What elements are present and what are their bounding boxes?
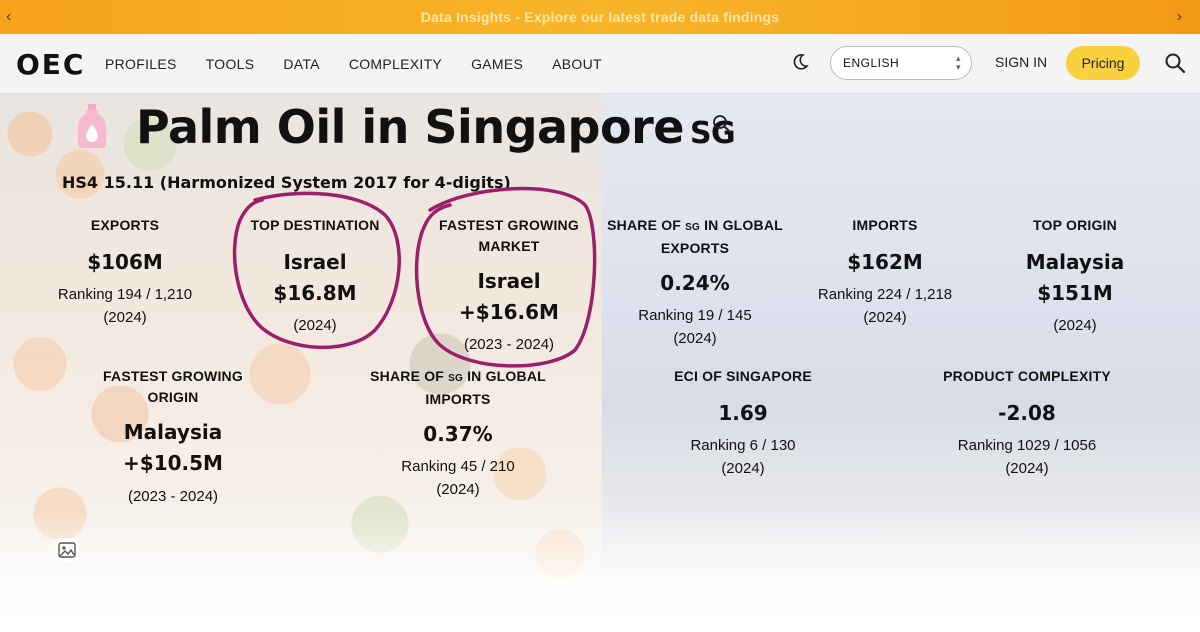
stat-year: (2024) [1053,317,1097,334]
select-arrows-icon: ▴ ▾ [955,53,961,72]
stat-value-amount: $16.8M [273,281,357,305]
image-icon[interactable] [55,538,79,562]
banner-text[interactable]: Data Insights - Explore our latest trade… [421,9,780,25]
stat-label: FASTEST GROWING [439,217,579,233]
stat-fastest-growing-market: FASTEST GROWING MARKET Israel +$16.6M (2… [418,215,600,356]
stat-imports: IMPORTS $162M Ranking 224 / 1,218 (2024) [800,215,970,329]
stat-label: PRODUCT COMPLEXITY [943,368,1111,384]
stat-value: Malaysia [1025,250,1125,274]
stat-value: 0.24% [660,271,730,295]
stat-top-destination: TOP DESTINATION Israel $16.8M (2024) [230,215,400,337]
stat-label-pre: SHARE OF [607,217,686,233]
stat-value: Malaysia [123,420,223,444]
search-icon[interactable] [1164,52,1186,74]
language-value: ENGLISH [843,56,900,70]
page-title: Palm Oil in Singapore SG [136,100,736,154]
stat-year: (2024) [863,309,907,326]
stat-label: FASTEST GROWING [103,368,243,384]
stat-ranking: Ranking 194 / 1,210 [57,286,193,303]
stat-label-pre: SHARE OF [370,368,449,384]
stat-ranking: Ranking 6 / 130 [690,437,796,454]
sg-code: SG [685,222,700,233]
stat-share-global-imports: SHARE OF SG IN GLOBAL IMPORTS 0.37% Rank… [368,366,548,501]
menu-tools[interactable]: TOOLS [206,56,255,72]
stat-year: (2023 - 2024) [127,488,219,505]
stat-value: Israel [477,269,541,293]
stat-label: IMPORTS [852,217,918,233]
stat-year: (2023 - 2024) [463,336,555,353]
stat-product-complexity: PRODUCT COMPLEXITY -2.08 Ranking 1029 / … [932,366,1122,480]
stat-eci-singapore: ECI OF SINGAPORE 1.69 Ranking 6 / 130 (2… [658,366,828,480]
main-menu: PROFILES TOOLS DATA COMPLEXITY GAMES ABO… [105,34,631,94]
stat-year: (2024) [673,330,717,347]
stat-exports: EXPORTS $106M Ranking 194 / 1,210 (2024) [40,215,210,329]
stat-label: ECI OF SINGAPORE [674,368,812,384]
title-text: Palm Oil in Singapore [136,100,684,154]
menu-complexity[interactable]: COMPLEXITY [349,56,442,72]
stat-value: $162M [847,250,923,274]
stat-value: -2.08 [998,401,1056,425]
chevron-right-icon[interactable]: › [1177,8,1182,26]
stat-value-amount: $151M [1037,281,1113,305]
search-icon[interactable] [712,114,732,134]
stat-label-line2: IMPORTS [425,391,491,407]
stat-value: 1.69 [718,401,768,425]
stat-label-post: IN GLOBAL [463,368,546,384]
background-fade [0,514,1200,632]
stat-value: Israel [283,250,347,274]
palm-oil-bottle-icon [78,104,106,148]
sg-code: SG [448,373,463,384]
stat-label: SHARE OF SG IN GLOBAL [368,366,548,389]
stat-ranking: Ranking 224 / 1,218 [817,286,953,303]
stat-label-line2: ORIGIN [147,389,199,405]
stat-ranking: Ranking 45 / 210 [401,458,515,475]
stat-year: (2024) [103,309,147,326]
stat-fastest-growing-origin: FASTEST GROWING ORIGIN Malaysia +$10.5M … [88,366,258,508]
language-select[interactable]: ENGLISH ▴ ▾ [830,46,972,80]
pricing-button[interactable]: Pricing [1066,46,1140,80]
stat-year: (2024) [436,481,480,498]
menu-games[interactable]: GAMES [471,56,523,72]
stat-label-line2: EXPORTS [660,240,730,256]
stat-ranking: Ranking 19 / 145 [638,307,752,324]
menu-about[interactable]: ABOUT [552,56,602,72]
stat-label: SHARE OF SG IN GLOBAL [605,215,785,238]
stat-ranking: Ranking 1029 / 1056 [957,437,1097,454]
dark-mode-moon-icon[interactable] [790,52,810,72]
stat-label-post: IN GLOBAL [700,217,783,233]
stat-label: TOP DESTINATION [250,217,380,233]
menu-data[interactable]: DATA [283,56,319,72]
top-navigation: OEC PROFILES TOOLS DATA COMPLEXITY GAMES… [0,34,1200,94]
stat-label: TOP ORIGIN [1033,217,1117,233]
stat-value-amount: +$10.5M [123,451,223,475]
chevron-left-icon[interactable]: ‹ [6,8,11,26]
oec-logo[interactable]: OEC [16,48,85,81]
announcement-banner[interactable]: ‹ Data Insights - Explore our latest tra… [0,0,1200,34]
stat-year: (2024) [1005,460,1049,477]
hs-code-subtitle: HS4 15.11 (Harmonized System 2017 for 4-… [62,173,511,192]
stat-value-amount: +$16.6M [459,300,559,324]
stat-value: 0.37% [423,422,493,446]
sign-in-link[interactable]: SIGN IN [995,54,1047,70]
stat-share-global-exports: SHARE OF SG IN GLOBAL EXPORTS 0.24% Rank… [605,215,785,350]
stat-year: (2024) [293,317,337,334]
stat-top-origin: TOP ORIGIN Malaysia $151M (2024) [990,215,1160,337]
stat-label: EXPORTS [90,217,160,233]
menu-profiles[interactable]: PROFILES [105,56,177,72]
stat-label-line2: MARKET [478,238,540,254]
stat-value: $106M [87,250,163,274]
stat-year: (2024) [721,460,765,477]
